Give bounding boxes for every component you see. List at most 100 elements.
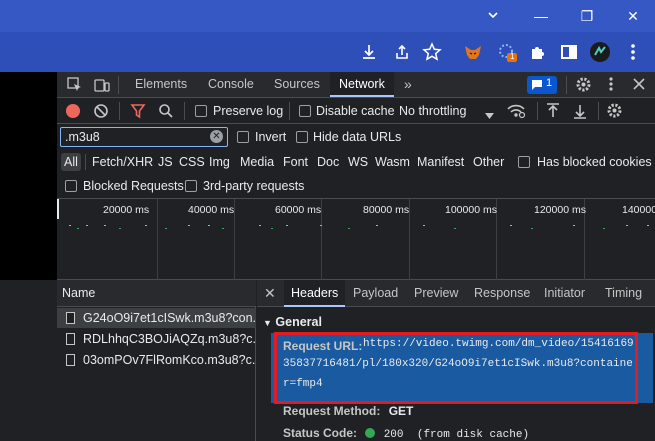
tab-headers[interactable]: Headers xyxy=(284,280,346,307)
tick-label: 60000 ms xyxy=(275,204,322,216)
hide-data-urls-checkbox[interactable] xyxy=(296,131,308,143)
sidepanel-icon[interactable] xyxy=(558,41,580,63)
minimize-button[interactable]: — xyxy=(530,6,552,26)
request-list-pane: Name G24oO9i7et1cISwk.m3u8?con... RDLhhq… xyxy=(57,280,256,441)
message-icon xyxy=(532,80,542,90)
preserve-log-checkbox[interactable] xyxy=(195,105,207,117)
tab-initiator[interactable]: Initiator xyxy=(544,280,585,307)
type-filter-doc[interactable]: Doc xyxy=(314,153,342,171)
clear-filter-icon[interactable]: ✕ xyxy=(210,130,223,143)
request-detail-pane: ✕ Headers Payload Preview Response Initi… xyxy=(257,280,655,441)
bookmark-star-icon[interactable] xyxy=(421,41,443,63)
more-tabs-button[interactable]: » xyxy=(404,72,412,97)
general-section-header[interactable]: ▼ General xyxy=(263,315,322,329)
device-toolbar-icon[interactable] xyxy=(94,77,110,96)
blocked-requests-label: Blocked Requests xyxy=(83,179,184,193)
close-detail-button[interactable]: ✕ xyxy=(264,280,276,307)
tab-response[interactable]: Response xyxy=(474,280,530,307)
puzzle-icon[interactable] xyxy=(527,41,549,63)
type-filter-other[interactable]: Other xyxy=(470,153,507,171)
name-column-header[interactable]: Name xyxy=(57,280,256,307)
filter-input[interactable] xyxy=(60,127,228,147)
issues-count: 1 xyxy=(546,77,553,89)
invert-label: Invert xyxy=(255,130,287,144)
search-icon[interactable] xyxy=(158,103,174,122)
tick-label: 40000 ms xyxy=(188,204,235,216)
status-code-key: Status Code: xyxy=(283,426,358,440)
type-filter-fetch-xhr[interactable]: Fetch/XHR xyxy=(89,153,156,171)
type-filter-manifest[interactable]: Manifest xyxy=(414,153,467,171)
import-har-icon[interactable] xyxy=(546,103,560,122)
status-ok-dot xyxy=(365,428,376,438)
preserve-log-label: Preserve log xyxy=(213,104,284,118)
chevron-down-icon[interactable] xyxy=(482,6,504,26)
tab-preview[interactable]: Preview xyxy=(414,280,458,307)
more-vert-icon[interactable] xyxy=(622,41,644,63)
tick-label: 20000 ms xyxy=(103,204,150,216)
profile-avatar[interactable] xyxy=(589,41,611,63)
status-code-row: Status Code: 200 (from disk cache) xyxy=(283,426,529,441)
share-icon[interactable] xyxy=(391,41,413,63)
network-overview-timeline[interactable]: 20000 ms 40000 ms 60000 ms 80000 ms 1000… xyxy=(57,199,655,280)
dropdown-arrow-icon[interactable] xyxy=(485,108,494,122)
browser-titlebar: — ❐ ✕ xyxy=(0,0,655,32)
inspect-element-icon[interactable] xyxy=(67,77,83,96)
request-row[interactable]: 03omPOv7FlRomKco.m3u8?c... xyxy=(57,350,256,370)
has-blocked-cookies-checkbox[interactable] xyxy=(518,156,530,168)
network-settings-gear-icon[interactable] xyxy=(606,102,623,122)
request-name: 03omPOv7FlRomKco.m3u8?c... xyxy=(83,353,256,367)
type-filter-media[interactable]: Media xyxy=(237,153,277,171)
triangle-down-icon: ▼ xyxy=(263,318,272,328)
tab-sources[interactable]: Sources xyxy=(266,72,328,97)
clear-icon[interactable] xyxy=(93,103,109,122)
settings-gear-icon[interactable] xyxy=(575,76,592,96)
document-icon xyxy=(66,354,75,366)
browser-toolbar: 1 xyxy=(0,32,655,72)
network-conditions-icon[interactable] xyxy=(507,103,527,122)
close-devtools-icon[interactable] xyxy=(631,76,647,95)
type-filter-ws[interactable]: WS xyxy=(345,153,371,171)
throttling-select[interactable]: No throttling xyxy=(399,104,466,118)
status-code-value: 200 xyxy=(383,429,404,441)
metamask-icon[interactable] xyxy=(462,41,484,63)
export-har-icon[interactable] xyxy=(573,103,587,122)
restore-button[interactable]: ❐ xyxy=(576,6,598,26)
tab-console[interactable]: Console xyxy=(200,72,262,97)
type-filter-css[interactable]: CSS xyxy=(176,153,208,171)
document-icon xyxy=(66,312,75,324)
type-filter-all[interactable]: All xyxy=(61,153,81,171)
request-method-row: Request Method: GET xyxy=(283,404,413,418)
disable-cache-checkbox[interactable] xyxy=(299,105,311,117)
close-window-button[interactable]: ✕ xyxy=(622,6,644,26)
tab-elements[interactable]: Elements xyxy=(127,72,195,97)
tab-network[interactable]: Network xyxy=(330,72,394,97)
type-filter-font[interactable]: Font xyxy=(280,153,311,171)
document-icon xyxy=(66,333,75,345)
type-filter-wasm[interactable]: Wasm xyxy=(372,153,413,171)
tick-label: 80000 ms xyxy=(363,204,410,216)
invert-checkbox[interactable] xyxy=(237,131,249,143)
request-method-value: GET xyxy=(388,404,414,418)
hide-data-urls-label: Hide data URLs xyxy=(313,130,402,144)
filter-icon[interactable] xyxy=(130,103,146,122)
request-row[interactable]: RDLhhqC3BOJiAQZq.m3u8?c... xyxy=(57,329,256,349)
type-filter-js[interactable]: JS xyxy=(155,153,176,171)
devtools-menu-icon[interactable] xyxy=(603,76,619,95)
timeline-activity-marks xyxy=(69,225,649,229)
tick-label: 140000 xyxy=(622,204,655,216)
issues-badge[interactable]: 1 xyxy=(527,76,557,94)
download-icon[interactable] xyxy=(358,41,380,63)
tick-label: 120000 ms xyxy=(534,204,586,216)
blocked-requests-checkbox[interactable] xyxy=(65,180,77,192)
devtools-tabstrip: Elements Console Sources Network » 1 xyxy=(57,72,655,98)
request-name: RDLhhqC3BOJiAQZq.m3u8?c... xyxy=(83,332,256,346)
tab-timing[interactable]: Timing xyxy=(605,280,642,307)
type-filter-img[interactable]: Img xyxy=(206,153,233,171)
request-method-key: Request Method: xyxy=(283,404,381,418)
record-button[interactable] xyxy=(66,104,80,118)
third-party-checkbox[interactable] xyxy=(185,180,197,192)
extension-badge-icon[interactable]: 1 xyxy=(496,41,518,63)
request-row[interactable]: G24oO9i7et1cISwk.m3u8?con... xyxy=(57,308,256,328)
tab-payload[interactable]: Payload xyxy=(353,280,398,307)
extension-badge-count: 1 xyxy=(510,52,515,61)
